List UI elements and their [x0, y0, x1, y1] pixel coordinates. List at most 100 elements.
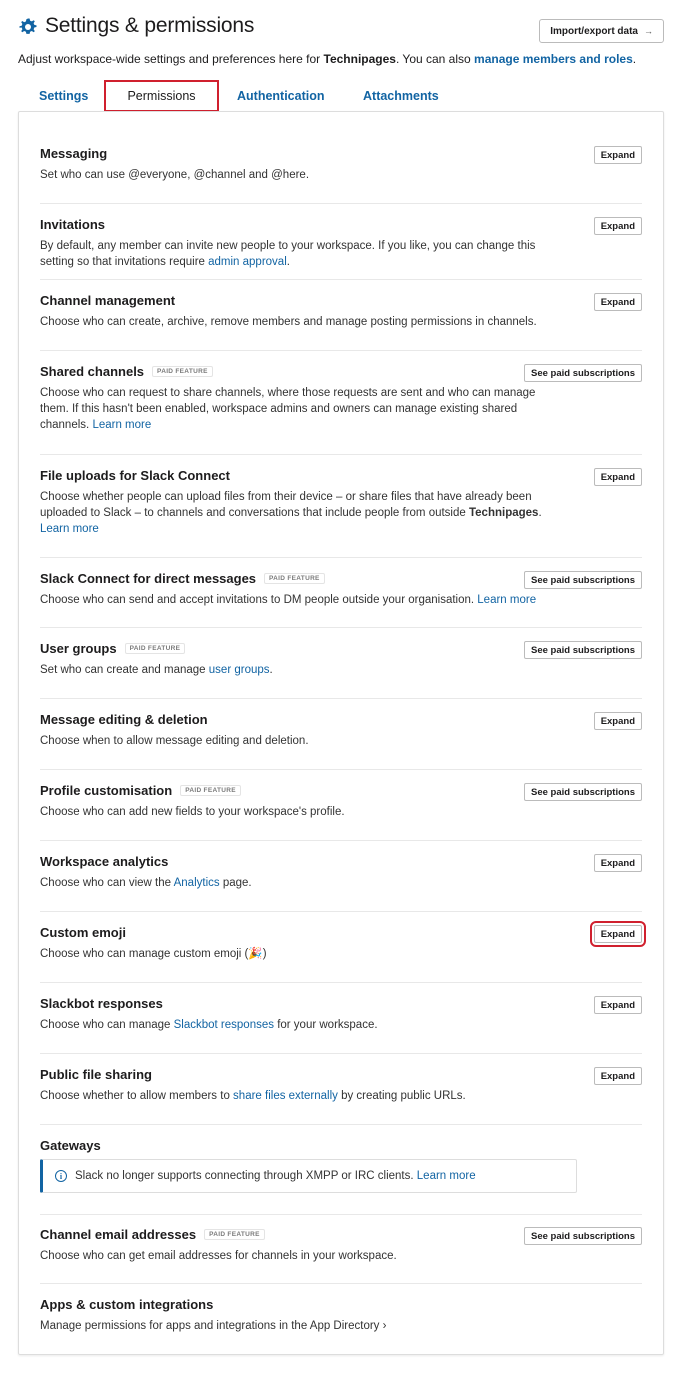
section-title: Channel email addresses PAID FEATURE — [40, 1227, 265, 1242]
profile-subscriptions-button[interactable]: See paid subscriptions — [524, 783, 642, 801]
learn-more-link[interactable]: Learn more — [92, 419, 151, 431]
gateways-notice: i Slack no longer supports connecting th… — [40, 1159, 577, 1193]
divider — [40, 1283, 642, 1284]
invitations-expand-button[interactable]: Expand — [593, 217, 642, 235]
import-export-button[interactable]: Import/export data → — [539, 19, 664, 43]
description-text: . — [269, 664, 273, 676]
public-file-expand-button[interactable]: Expand — [593, 1067, 642, 1085]
section-title: Shared channels PAID FEATURE — [40, 364, 213, 379]
arrow-right-icon: → — [644, 26, 653, 36]
tab-bar: Settings Permissions Authentication Atta… — [18, 80, 664, 112]
divider — [40, 1053, 642, 1054]
tab-settings[interactable]: Settings — [39, 80, 88, 112]
manage-members-link[interactable]: manage members and roles — [474, 52, 633, 66]
section-description: Choose who can manage Slackbot responses… — [40, 1017, 560, 1033]
share-files-externally-link[interactable]: share files externally — [233, 1090, 338, 1102]
custom-emoji-expand-button[interactable]: Expand — [589, 921, 647, 947]
description-text: page. — [219, 877, 252, 889]
section-apps-integrations: Apps & custom integrations Manage permis… — [40, 1297, 642, 1337]
slack-connect-dm-subscriptions-button[interactable]: See paid subscriptions — [524, 571, 642, 589]
section-description: Choose whether people can upload files f… — [40, 489, 560, 537]
section-channel-management: Channel management Choose who can create… — [40, 293, 642, 333]
learn-more-link[interactable]: Learn more — [40, 523, 99, 535]
tab-authentication[interactable]: Authentication — [237, 80, 325, 112]
learn-more-link[interactable]: Learn more — [417, 1170, 476, 1182]
analytics-expand-button[interactable]: Expand — [593, 854, 642, 872]
tab-permissions[interactable]: Permissions — [104, 80, 219, 112]
gear-icon — [19, 18, 37, 34]
section-message-editing: Message editing & deletion Choose when t… — [40, 712, 642, 752]
description-text: . — [538, 507, 542, 519]
section-title: Message editing & deletion — [40, 712, 208, 727]
learn-more-link[interactable]: Learn more — [477, 594, 536, 606]
channel-management-expand-button[interactable]: Expand — [593, 293, 642, 311]
section-title: File uploads for Slack Connect — [40, 468, 230, 483]
info-icon: i — [55, 1170, 67, 1182]
page-title: Settings & permissions — [45, 14, 255, 37]
analytics-link[interactable]: Analytics — [174, 877, 220, 889]
section-description: Set who can create and manage user group… — [40, 662, 560, 678]
section-description: Choose when to allow message editing and… — [40, 735, 309, 747]
section-file-uploads: File uploads for Slack Connect Choose wh… — [40, 468, 642, 540]
divider — [40, 627, 642, 628]
description-text: for your workspace. — [274, 1019, 378, 1031]
divider — [40, 1124, 642, 1125]
paid-feature-badge: PAID FEATURE — [124, 643, 186, 654]
user-groups-subscriptions-button[interactable]: See paid subscriptions — [524, 641, 642, 659]
description-text: . — [286, 256, 290, 268]
description-text: Choose who can manage — [40, 1019, 174, 1031]
description-text: Choose whether to allow members to — [40, 1090, 234, 1102]
channel-email-subscriptions-button[interactable]: See paid subscriptions — [524, 1227, 642, 1245]
paid-feature-badge: PAID FEATURE — [264, 573, 325, 584]
paid-feature-badge: PAID FEATURE — [204, 1229, 265, 1240]
section-title: Messaging — [40, 146, 108, 161]
section-description: By default, any member can invite new pe… — [40, 238, 560, 270]
file-uploads-expand-button[interactable]: Expand — [593, 468, 642, 486]
section-title-text: Shared channels — [40, 364, 145, 379]
section-slack-connect-dm: Slack Connect for direct messages PAID FE… — [40, 571, 642, 611]
subtitle-text: . You can also — [395, 52, 475, 66]
section-public-file-sharing: Public file sharing Choose whether to al… — [40, 1067, 642, 1107]
message-editing-expand-button[interactable]: Expand — [593, 712, 642, 730]
import-export-label: Import/export data — [550, 25, 638, 37]
section-title: Slack Connect for direct messages PAID FE… — [40, 571, 325, 586]
admin-approval-link[interactable]: admin approval — [208, 256, 287, 268]
section-title-text: Slack Connect for direct messages — [40, 571, 257, 586]
divider — [40, 911, 642, 912]
paid-feature-badge: PAID FEATURE — [152, 366, 213, 377]
divider — [40, 454, 642, 455]
notice-text-body: Slack no longer supports connecting thro… — [75, 1170, 417, 1182]
section-channel-email: Channel email addresses PAID FEATURE Choo… — [40, 1227, 642, 1267]
paid-feature-badge: PAID FEATURE — [180, 785, 241, 796]
section-title: Workspace analytics — [40, 854, 169, 869]
section-title: Apps & custom integrations — [40, 1297, 214, 1312]
divider — [40, 350, 642, 351]
section-slackbot-responses: Slackbot responses Choose who can manage… — [40, 996, 642, 1036]
divider — [40, 769, 642, 770]
section-title-text: User groups — [40, 641, 117, 656]
section-description: Choose who can manage custom emoji (🎉) — [40, 948, 267, 960]
section-description: Set who can use @everyone, @channel and … — [40, 169, 310, 181]
slackbot-expand-button[interactable]: Expand — [593, 996, 642, 1014]
section-shared-channels: Shared channels PAID FEATURE Choose who c… — [40, 364, 642, 436]
shared-channels-subscriptions-button[interactable]: See paid subscriptions — [524, 364, 642, 382]
user-groups-link[interactable]: user groups — [209, 664, 270, 676]
messaging-expand-button[interactable]: Expand — [593, 146, 642, 164]
divider — [40, 1214, 642, 1215]
subtitle-text: . — [632, 52, 637, 66]
section-description: Choose who can request to share channels… — [40, 385, 560, 433]
notice-text: Slack no longer supports connecting thro… — [75, 1170, 476, 1182]
section-description: Choose who can view the Analytics page. — [40, 875, 560, 891]
section-description: Choose whether to allow members to share… — [40, 1088, 560, 1104]
description-text: Set who can create and manage — [40, 664, 209, 676]
section-title: Invitations — [40, 217, 106, 232]
tab-attachments[interactable]: Attachments — [363, 80, 439, 112]
app-directory-link[interactable]: Manage permissions for apps and integrat… — [40, 1318, 560, 1334]
section-description: Choose who can get email addresses for c… — [40, 1250, 397, 1262]
section-title-text: Channel email addresses — [40, 1227, 197, 1242]
subtitle-text: Adjust workspace-wide settings and prefe… — [18, 52, 324, 66]
slackbot-responses-link[interactable]: Slackbot responses — [174, 1019, 274, 1031]
section-profile-customisation: Profile customisation PAID FEATURE Choose… — [40, 783, 642, 823]
section-title: User groups PAID FEATURE — [40, 641, 186, 656]
section-description: Choose who can send and accept invitatio… — [40, 592, 580, 608]
